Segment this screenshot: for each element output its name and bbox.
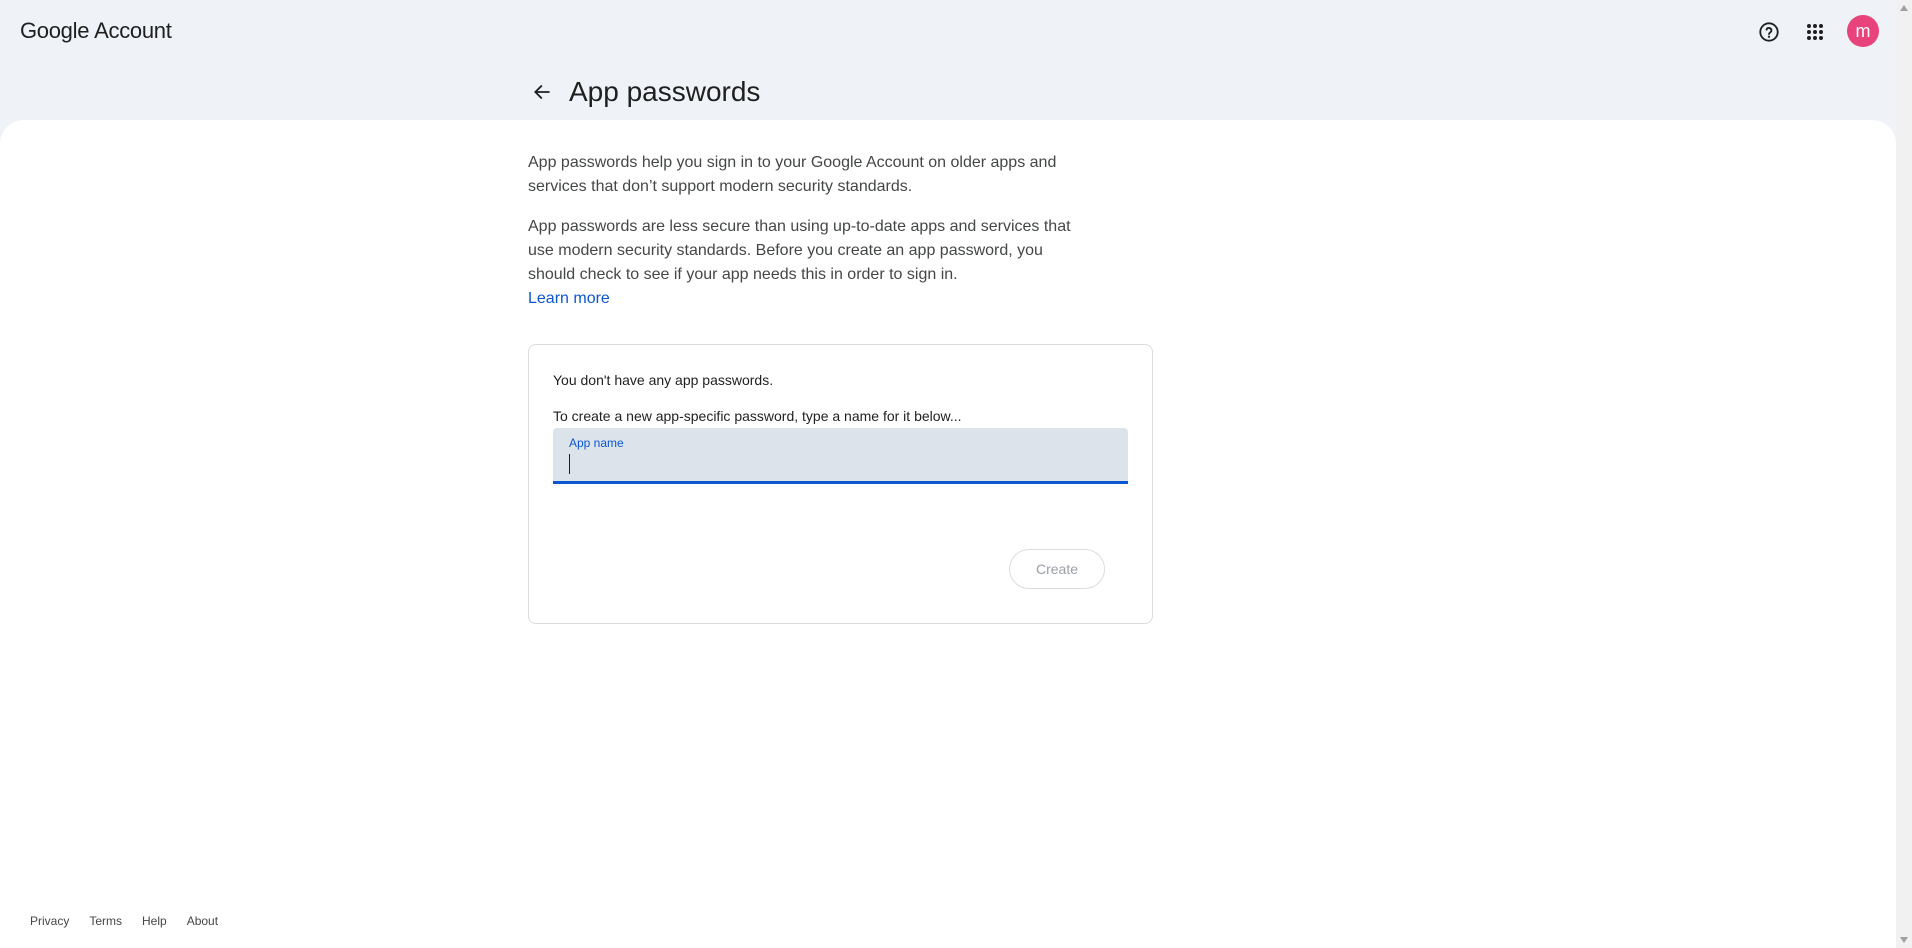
create-instruction: To create a new app-specific password, t… [553,408,962,424]
text-caret [569,454,570,474]
app-name-input[interactable] [568,452,1108,476]
intro-paragraph-2: App passwords are less secure than using… [528,218,1071,283]
footer: Privacy Terms Help About [30,914,238,928]
page-heading: App passwords [526,72,760,112]
scroll-down-arrow-icon[interactable] [1896,932,1912,948]
footer-link-help[interactable]: Help [142,914,167,928]
app-name-label: App name [569,436,624,450]
page-title: App passwords [569,76,761,107]
create-button[interactable]: Create [1009,549,1105,589]
apps-grid-icon [1807,24,1823,40]
google-apps-button[interactable] [1795,12,1835,52]
scroll-up-arrow-icon[interactable] [1896,0,1912,16]
vertical-scrollbar[interactable] [1896,0,1912,948]
top-bar: Google Account [0,0,1896,64]
footer-link-privacy[interactable]: Privacy [30,914,69,928]
empty-state-message: You don't have any app passwords. [553,372,774,388]
google-account-logo[interactable]: Google Account [20,18,172,44]
account-avatar[interactable]: m [1847,15,1879,47]
intro-paragraph-1: App passwords help you sign in to your G… [528,154,1057,195]
help-button[interactable] [1749,12,1789,52]
intro-section: App passwords help you sign in to your G… [528,151,1088,311]
footer-link-terms[interactable]: Terms [89,914,122,928]
back-arrow-icon [534,84,550,100]
learn-more-link[interactable]: Learn more [528,287,610,311]
logo-product: Account [94,18,172,43]
help-icon [1759,22,1779,42]
back-button[interactable] [526,76,558,108]
footer-link-about[interactable]: About [187,914,218,928]
logo-brand: Google [20,18,90,43]
app-name-field[interactable]: App name [553,428,1128,484]
app-passwords-card: You don't have any app passwords. To cre… [528,344,1153,624]
